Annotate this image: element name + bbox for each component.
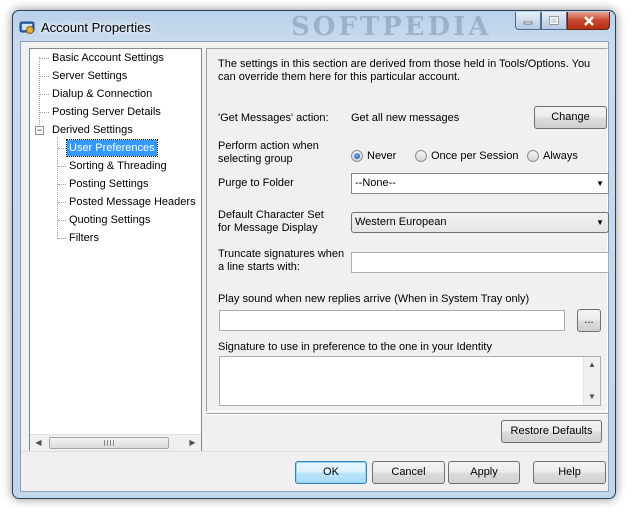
- ok-button[interactable]: OK: [295, 461, 367, 484]
- account-properties-window: Account Properties SOFTPEDIA Basic Accou…: [12, 10, 616, 499]
- signature-vertical-scrollbar[interactable]: ▲ ▼: [583, 357, 600, 405]
- get-messages-label: 'Get Messages' action:: [218, 112, 329, 124]
- purge-folder-value: --None--: [355, 177, 396, 189]
- cancel-button[interactable]: Cancel: [372, 461, 445, 484]
- tree-line: [58, 184, 66, 185]
- restore-defaults-button[interactable]: Restore Defaults: [501, 420, 602, 443]
- collapse-icon[interactable]: −: [35, 126, 44, 135]
- tree-line: [58, 220, 66, 221]
- tree-line: [58, 238, 66, 239]
- panel-description: The settings in this section are derived…: [218, 58, 591, 83]
- play-sound-label: Play sound when new replies arrive (When…: [218, 293, 530, 305]
- tree-item-quoting-settings[interactable]: Quoting Settings: [67, 212, 152, 228]
- tree-item-dialup-connection[interactable]: Dialup & Connection: [50, 86, 154, 102]
- scroll-down-arrow-icon[interactable]: ▼: [584, 389, 600, 405]
- close-icon: [583, 15, 594, 26]
- truncate-signatures-label: Truncate signatures when a line starts w…: [218, 248, 345, 273]
- tree-item-user-preferences[interactable]: User Preferences: [66, 139, 158, 157]
- maximize-icon: [549, 16, 559, 25]
- charset-dropdown[interactable]: Western European ▼: [351, 212, 609, 233]
- change-button[interactable]: Change: [534, 106, 607, 129]
- radio-button-icon: [351, 150, 363, 162]
- radio-always[interactable]: Always: [527, 150, 578, 162]
- dialog-footer: OK Cancel Apply Help: [21, 451, 608, 491]
- tree-line: [40, 76, 49, 77]
- tree-item-derived-settings[interactable]: Derived Settings: [50, 122, 135, 138]
- radio-never-label: Never: [367, 150, 397, 162]
- radio-once-per-session-label: Once per Session: [431, 150, 519, 162]
- tree-item-posting-settings[interactable]: Posting Settings: [67, 176, 151, 192]
- minimize-button[interactable]: [515, 12, 541, 30]
- window-title: Account Properties: [41, 20, 151, 35]
- tree-line: [57, 137, 58, 239]
- tree-line: [40, 58, 49, 59]
- sound-file-input[interactable]: [219, 310, 565, 331]
- apply-button[interactable]: Apply: [448, 461, 520, 484]
- scroll-right-arrow-icon[interactable]: ▶: [184, 435, 201, 451]
- dialog-client-area: Basic Account Settings Server Settings D…: [20, 41, 609, 492]
- browse-sound-button[interactable]: ...: [577, 309, 601, 332]
- scroll-thumb[interactable]: [49, 437, 169, 449]
- title-bar[interactable]: Account Properties SOFTPEDIA: [13, 11, 615, 42]
- radio-button-icon: [415, 150, 427, 162]
- tree-line: [58, 166, 66, 167]
- scroll-left-arrow-icon[interactable]: ◀: [30, 435, 47, 451]
- charset-value: Western European: [355, 216, 447, 228]
- scroll-up-arrow-icon[interactable]: ▲: [584, 357, 600, 373]
- user-preferences-panel: The settings in this section are derived…: [206, 48, 609, 412]
- signature-label: Signature to use in preference to the on…: [218, 341, 492, 353]
- radio-once-per-session[interactable]: Once per Session: [415, 150, 518, 162]
- help-button[interactable]: Help: [533, 461, 606, 484]
- truncate-signatures-input[interactable]: [351, 252, 609, 273]
- tree-horizontal-scrollbar[interactable]: ◀ ▶: [30, 434, 201, 451]
- maximize-button[interactable]: [541, 12, 567, 30]
- settings-tree[interactable]: Basic Account Settings Server Settings D…: [29, 48, 202, 452]
- tree-item-server-settings[interactable]: Server Settings: [50, 68, 129, 84]
- tree-item-sorting-threading[interactable]: Sorting & Threading: [67, 158, 169, 174]
- caption-buttons: [515, 12, 610, 30]
- tree-line: [58, 202, 66, 203]
- radio-always-label: Always: [543, 150, 578, 162]
- app-icon: [19, 21, 35, 34]
- purge-folder-dropdown[interactable]: --None-- ▼: [351, 173, 609, 194]
- grip-icon: [104, 440, 114, 446]
- minimize-icon: [523, 21, 533, 24]
- tree-line: [40, 112, 49, 113]
- tree-item-posted-message-headers[interactable]: Posted Message Headers: [67, 194, 198, 210]
- perform-action-label: Perform action when selecting group: [218, 140, 319, 165]
- radio-button-icon: [527, 150, 539, 162]
- tree-item-basic-account-settings[interactable]: Basic Account Settings: [50, 50, 166, 66]
- tree-item-posting-server-details[interactable]: Posting Server Details: [50, 104, 163, 120]
- close-button[interactable]: [567, 12, 610, 30]
- dropdown-arrow-icon: ▼: [596, 218, 604, 227]
- radio-never[interactable]: Never: [351, 150, 396, 162]
- tree-line: [40, 94, 49, 95]
- panel-separator: [206, 413, 608, 415]
- dropdown-arrow-icon: ▼: [596, 179, 604, 188]
- softpedia-watermark: SOFTPEDIA: [291, 12, 492, 42]
- purge-folder-label: Purge to Folder: [218, 177, 294, 189]
- tree-line: [58, 148, 66, 149]
- signature-textarea[interactable]: ▲ ▼: [219, 356, 601, 406]
- tree-item-filters[interactable]: Filters: [67, 230, 101, 246]
- charset-label: Default Character Set for Message Displa…: [218, 209, 324, 234]
- get-messages-value: Get all new messages: [351, 112, 460, 124]
